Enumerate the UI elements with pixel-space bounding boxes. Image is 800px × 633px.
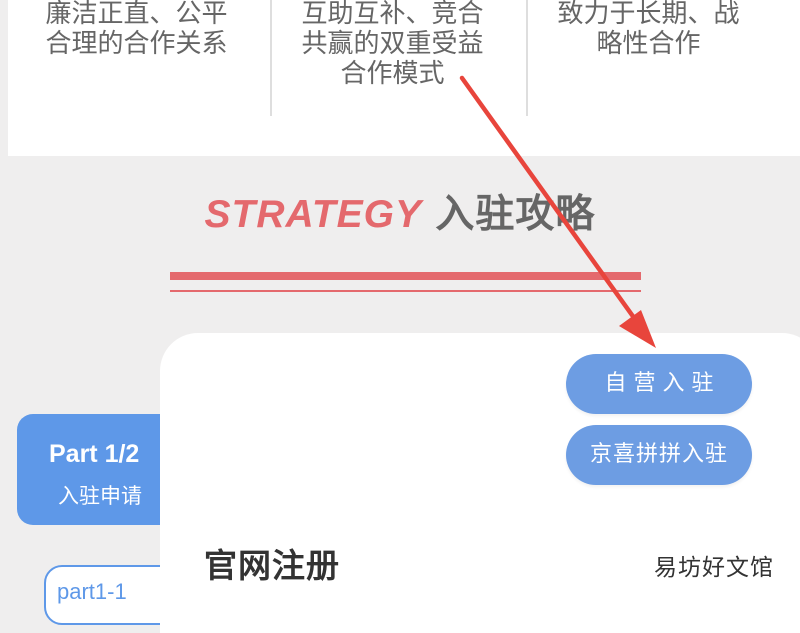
column-divider	[270, 0, 272, 116]
part-card-title: Part 1/2	[49, 440, 140, 468]
title-underline-thin	[170, 290, 641, 292]
strategy-title: STRATEGY 入驻攻略	[0, 188, 800, 242]
feature-text-2: 互助互补、竞合 共赢的双重受益 合作模式	[301, 0, 484, 89]
top-feature-card: 廉洁正直、公平 合理的合作关系 互助互补、竞合 共赢的双重受益 合作模式 致力于…	[8, 0, 800, 156]
watermark: 易坊好文馆	[654, 555, 774, 581]
part-sub-tab-label: part1-1	[57, 579, 127, 604]
feature-text-3: 致力于长期、战 略性合作	[557, 0, 740, 59]
jingxi-entry-button[interactable]: 京喜拼拼入驻	[566, 425, 752, 485]
feature-column-2: 互助互补、竞合 共赢的双重受益 合作模式	[264, 0, 521, 89]
title-underline-thick	[170, 272, 641, 280]
feature-column-3: 致力于长期、战 略性合作	[520, 0, 777, 59]
section-heading: 官网注册	[204, 546, 340, 585]
feature-column-1: 廉洁正直、公平 合理的合作关系	[8, 0, 265, 59]
feature-text-1: 廉洁正直、公平 合理的合作关系	[45, 0, 228, 59]
column-divider	[526, 0, 528, 116]
strategy-title-en: STRATEGY	[204, 193, 423, 236]
entry-panel: 自营入驻 京喜拼拼入驻 官网注册	[160, 333, 800, 633]
strategy-title-cn: 入驻攻略	[435, 192, 596, 237]
self-operated-entry-button[interactable]: 自营入驻	[566, 354, 752, 414]
part-card-subtitle: 入驻申请	[58, 484, 142, 508]
